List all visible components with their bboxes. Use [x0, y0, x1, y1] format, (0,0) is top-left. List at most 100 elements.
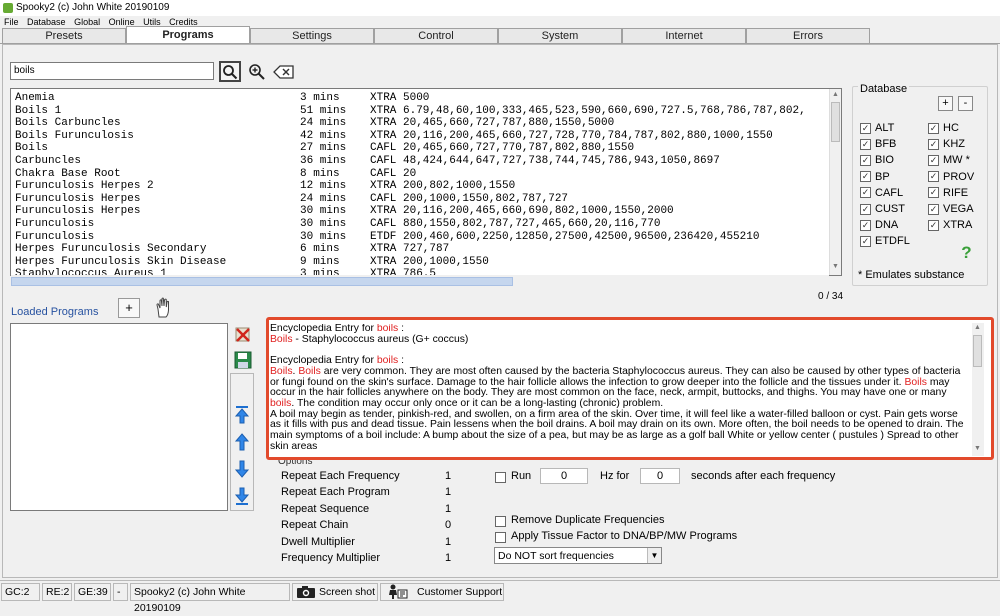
- tissue-factor-checkbox[interactable]: [495, 532, 506, 543]
- database-item-bio[interactable]: ✓ BIO: [860, 154, 894, 166]
- emulates-note: * Emulates substance: [858, 269, 965, 281]
- program-row[interactable]: Boils 1 51 mins XTRA 6.79,48,60,100,333,46…: [11, 105, 831, 118]
- move-bottom-button[interactable]: [231, 485, 253, 507]
- database-checkbox[interactable]: ✓: [860, 219, 871, 231]
- program-row[interactable]: Carbuncles 36 mins CAFL 48,424,644,647,727…: [11, 155, 831, 168]
- program-row[interactable]: Boils 27 mins CAFL 20,465,660,727,770,787,…: [11, 142, 831, 155]
- search-input[interactable]: boils: [10, 62, 214, 80]
- scroll-thumb[interactable]: [973, 335, 982, 367]
- tab-control[interactable]: Control: [374, 28, 498, 43]
- database-checkbox[interactable]: ✓: [860, 154, 871, 166]
- search-button[interactable]: [219, 61, 241, 82]
- remove-duplicates-checkbox[interactable]: [495, 516, 506, 527]
- hscroll-thumb[interactable]: [11, 277, 513, 286]
- database-item-xtra[interactable]: ✓ XTRA: [928, 219, 972, 231]
- move-top-button[interactable]: [231, 404, 253, 426]
- run-checkbox[interactable]: [495, 472, 506, 483]
- loaded-programs-list[interactable]: [10, 323, 228, 511]
- program-list[interactable]: Anemia 3 mins XTRA 5000 Boils 1 51 mins XTRA …: [10, 88, 842, 276]
- menu-global[interactable]: Global: [74, 16, 100, 28]
- tab-internet[interactable]: Internet: [622, 28, 746, 43]
- move-down-button[interactable]: [231, 458, 253, 480]
- database-item-alt[interactable]: ✓ ALT: [860, 122, 894, 134]
- database-item-etdfl[interactable]: ✓ ETDFL: [860, 235, 910, 247]
- hand-button[interactable]: [152, 296, 176, 320]
- database-item-vega[interactable]: ✓ VEGA: [928, 203, 974, 215]
- customer-support-button[interactable]: Customer Support: [380, 583, 504, 601]
- screenshot-button[interactable]: Screen shot: [292, 583, 378, 601]
- database-checkbox[interactable]: ✓: [860, 187, 871, 199]
- option-value-field[interactable]: 1: [420, 470, 476, 482]
- camera-icon: [297, 586, 315, 598]
- database-checkbox[interactable]: ✓: [928, 203, 939, 215]
- database-checkbox[interactable]: ✓: [860, 171, 871, 183]
- program-duration: 30 mins: [300, 205, 347, 218]
- database-checkbox[interactable]: ✓: [928, 122, 939, 134]
- scroll-thumb[interactable]: [831, 102, 840, 142]
- menu-file[interactable]: File: [4, 16, 19, 28]
- tab-programs[interactable]: Programs: [126, 26, 250, 43]
- zoom-in-icon: [249, 63, 265, 80]
- option-label: Frequency Multiplier: [281, 552, 381, 564]
- program-row[interactable]: Herpes Furunculosis Secondary 6 mins XTRA …: [11, 243, 831, 256]
- database-item-bp[interactable]: ✓ BP: [860, 171, 890, 183]
- remove-program-button[interactable]: [232, 323, 254, 345]
- help-icon[interactable]: ?: [958, 243, 975, 262]
- database-checkbox[interactable]: ✓: [928, 171, 939, 183]
- database-item-mw[interactable]: ✓ MW *: [928, 154, 970, 166]
- option-value-field[interactable]: 1: [420, 552, 476, 564]
- program-row[interactable]: Boils Carbuncles 24 mins XTRA 20,465,660,7…: [11, 117, 831, 130]
- tab-system[interactable]: System: [498, 28, 622, 43]
- run-hz-field[interactable]: 0: [540, 468, 588, 484]
- zoom-search-button[interactable]: [246, 61, 268, 82]
- option-value-field[interactable]: 0: [420, 519, 476, 531]
- program-list-scrollbar[interactable]: ▲ ▼: [829, 89, 841, 275]
- option-value-field[interactable]: 1: [420, 503, 476, 515]
- database-checkbox[interactable]: ✓: [860, 203, 871, 215]
- database-add-button[interactable]: +: [938, 96, 953, 111]
- program-row[interactable]: Herpes Furunculosis Skin Disease 9 mins XT…: [11, 256, 831, 269]
- database-item-hc[interactable]: ✓ HC: [928, 122, 959, 134]
- database-checkbox[interactable]: ✓: [928, 219, 939, 231]
- seconds-field[interactable]: 0: [640, 468, 680, 484]
- save-program-button[interactable]: [232, 349, 254, 371]
- program-duration: 36 mins: [300, 155, 347, 167]
- database-checkbox[interactable]: ✓: [860, 138, 871, 150]
- program-duration: 27 mins: [300, 142, 347, 155]
- database-item-khz[interactable]: ✓ KHZ: [928, 138, 965, 150]
- move-up-button[interactable]: [231, 431, 253, 453]
- program-row[interactable]: Furunculosis Herpes 24 mins CAFL 200,1000,…: [11, 193, 831, 206]
- program-row[interactable]: Furunculosis 30 mins ETDF 200,460,600,2250…: [11, 231, 831, 244]
- program-row[interactable]: Furunculosis Herpes 30 mins XTRA 20,116,20…: [11, 205, 831, 218]
- program-row[interactable]: Furunculosis Herpes 2 12 mins XTRA 200,802…: [11, 180, 831, 193]
- add-program-button[interactable]: +: [118, 298, 140, 318]
- database-remove-button[interactable]: -: [958, 96, 973, 111]
- database-checkbox[interactable]: ✓: [928, 138, 939, 150]
- encyclopedia-scrollbar[interactable]: ▲ ▼: [972, 323, 984, 456]
- database-item-label: CAFL: [875, 186, 904, 199]
- tab-errors[interactable]: Errors: [746, 28, 870, 43]
- program-row[interactable]: Anemia 3 mins XTRA 5000: [11, 92, 831, 105]
- database-checkbox[interactable]: ✓: [928, 154, 939, 166]
- database-item-rife[interactable]: ✓ RIFE: [928, 187, 968, 199]
- option-value-field[interactable]: 1: [420, 536, 476, 548]
- tab-presets[interactable]: Presets: [2, 28, 126, 43]
- program-row[interactable]: Furunculosis 30 mins CAFL 880,1550,802,787…: [11, 218, 831, 231]
- clear-search-button[interactable]: [273, 61, 295, 82]
- database-item-prov[interactable]: ✓ PROV: [928, 171, 974, 183]
- database-item-cust[interactable]: ✓ CUST: [860, 203, 905, 215]
- database-item-cafl[interactable]: ✓ CAFL: [860, 187, 903, 199]
- database-item-label: BFB: [875, 138, 897, 151]
- database-checkbox[interactable]: ✓: [928, 187, 939, 199]
- database-item-bfb[interactable]: ✓ BFB: [860, 138, 896, 150]
- option-value-field[interactable]: 1: [420, 486, 476, 498]
- tab-settings[interactable]: Settings: [250, 28, 374, 43]
- database-item-dna[interactable]: ✓ DNA: [860, 219, 898, 231]
- program-row[interactable]: Chakra Base Root 8 mins CAFL 20: [11, 168, 831, 181]
- hz-for-label: Hz for: [600, 470, 630, 482]
- database-checkbox[interactable]: ✓: [860, 235, 871, 247]
- sort-dropdown[interactable]: Do NOT sort frequencies ▼: [494, 547, 662, 564]
- database-checkbox[interactable]: ✓: [860, 122, 871, 134]
- menu-database[interactable]: Database: [27, 16, 66, 28]
- program-row[interactable]: Boils Furunculosis 42 mins XTRA 20,116,200…: [11, 130, 831, 143]
